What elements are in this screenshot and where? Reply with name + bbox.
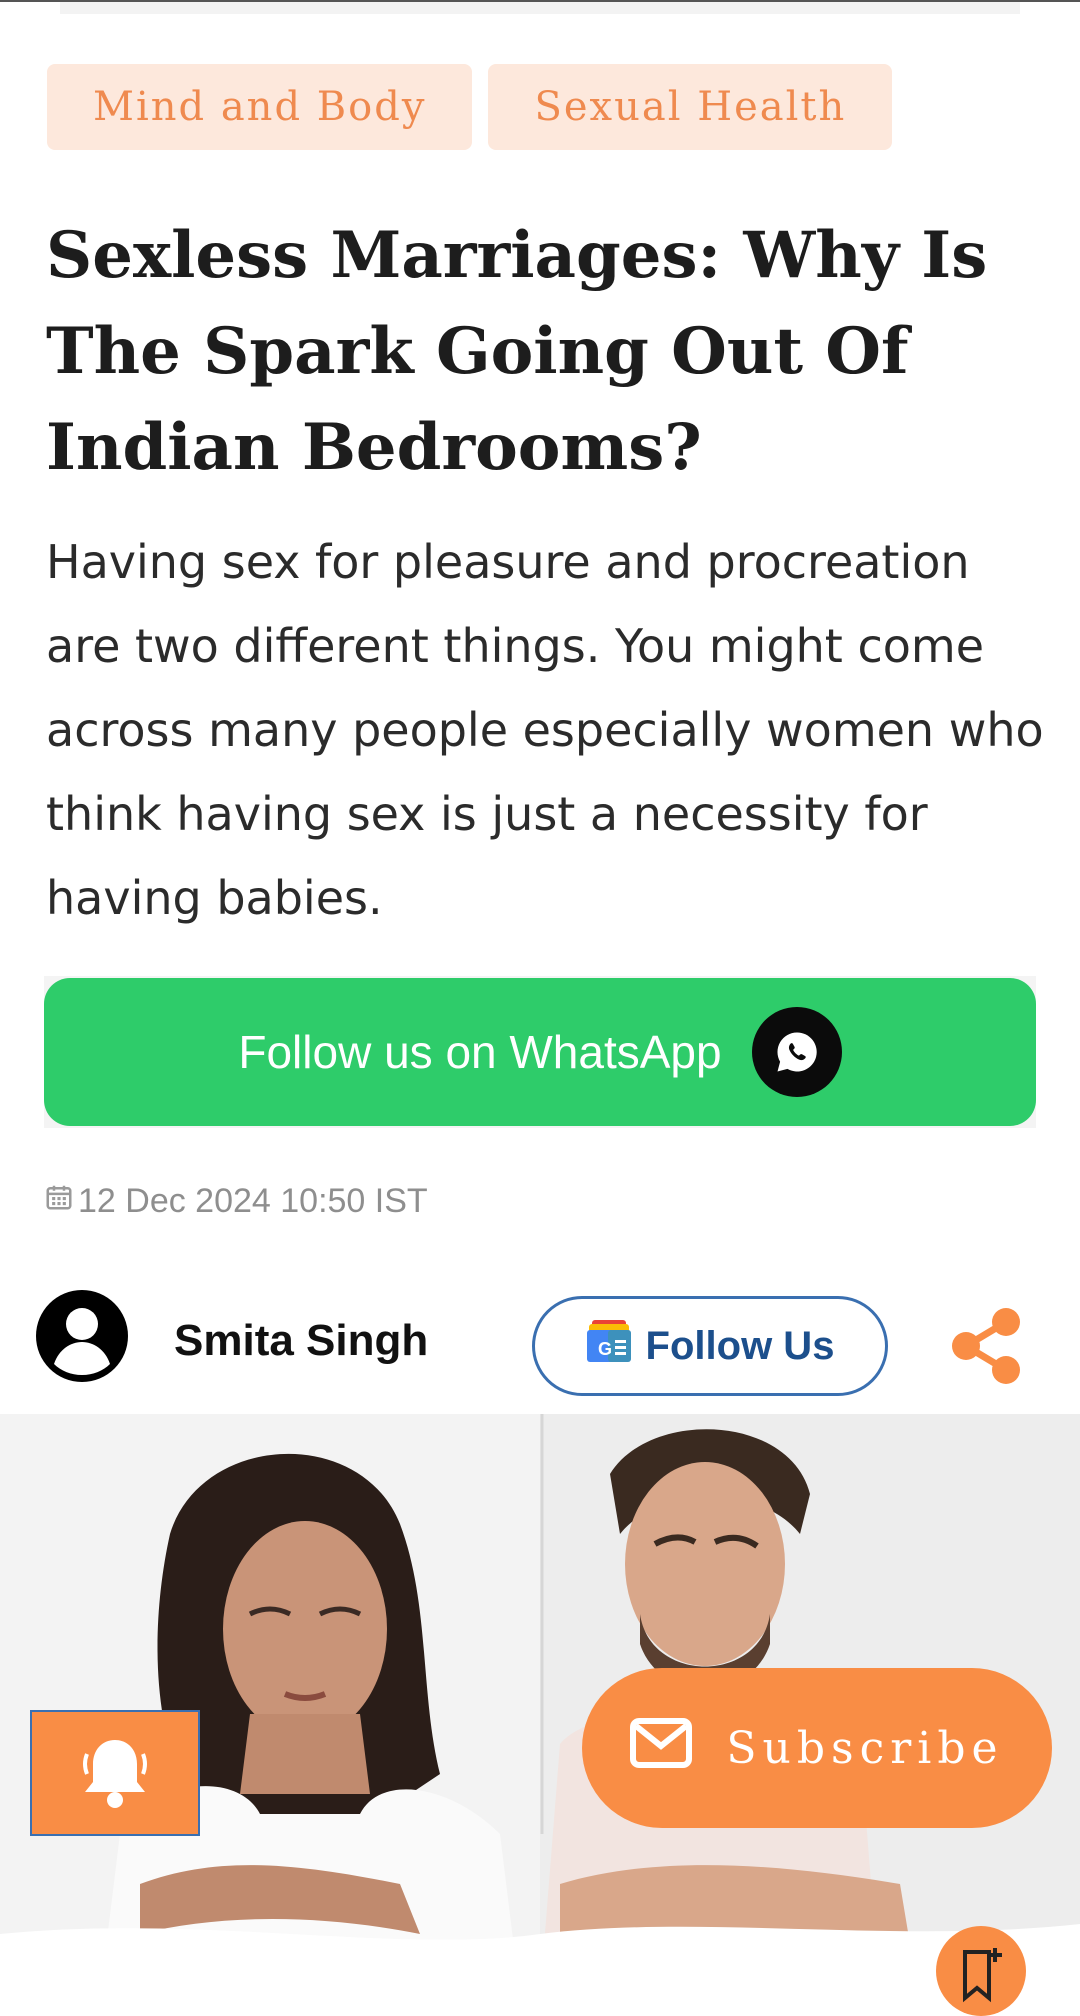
google-news-follow-button[interactable]: G Follow Us <box>532 1296 888 1396</box>
mail-icon <box>630 1717 693 1779</box>
article-headline: Sexless Marriages: Why Is The Spark Goin… <box>46 218 988 485</box>
whatsapp-follow-label: Follow us on WhatsApp <box>238 1026 722 1078</box>
bookmark-icon <box>959 1926 1003 2011</box>
whatsapp-follow-button[interactable]: Follow us on WhatsApp <box>44 978 1036 1126</box>
calendar-icon <box>44 1182 74 1221</box>
subscribe-button[interactable]: Subscribe <box>582 1668 1052 1828</box>
share-icon[interactable] <box>948 1306 1024 1386</box>
category-tags: Mind and Body Sexual Health <box>47 64 893 150</box>
publish-date: 12 Dec 2024 10:50 IST <box>44 1182 428 1221</box>
whatsapp-banner: Follow us on WhatsApp <box>44 976 1036 1128</box>
bookmark-button[interactable] <box>936 1926 1026 2016</box>
tag-sexual-health[interactable]: Sexual Health <box>488 64 893 150</box>
notification-bell-button[interactable] <box>30 1710 200 1836</box>
subscribe-label: Subscribe <box>726 1722 1004 1774</box>
tag-mind-and-body[interactable]: Mind and Body <box>47 64 473 150</box>
follow-us-label: Follow Us <box>645 1323 835 1368</box>
article-summary: Having sex for pleasure and procreation … <box>46 535 1044 925</box>
google-news-icon: G <box>586 1318 632 1374</box>
whatsapp-icon <box>751 1007 842 1097</box>
svg-text:G: G <box>598 1339 612 1359</box>
publish-date-text: 12 Dec 2024 10:50 IST <box>78 1182 428 1220</box>
user-avatar-icon[interactable] <box>36 1290 128 1382</box>
top-strip <box>60 2 1020 14</box>
bell-icon <box>79 1732 151 1815</box>
author-name[interactable]: Smita Singh <box>174 1316 428 1366</box>
